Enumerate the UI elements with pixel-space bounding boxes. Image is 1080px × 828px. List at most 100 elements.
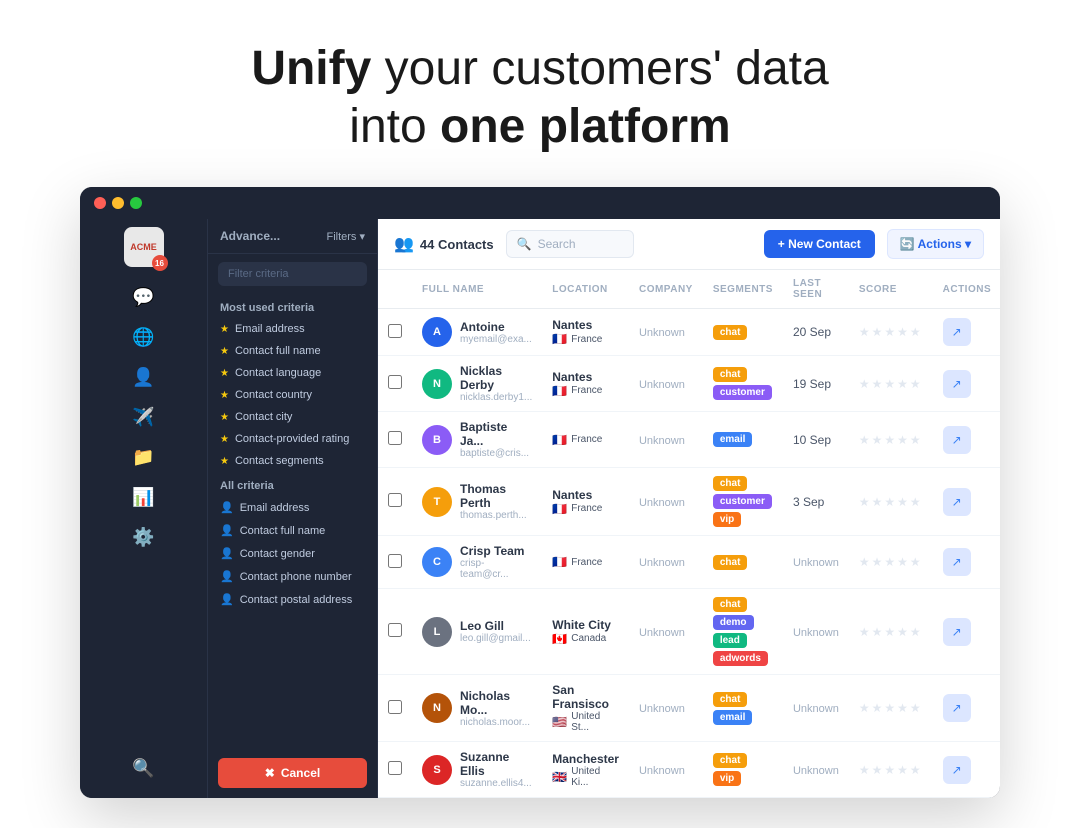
filter-label: Contact city — [235, 411, 292, 423]
row-checkbox[interactable] — [388, 700, 402, 714]
filter-item-language-starred[interactable]: ★ Contact language — [208, 362, 377, 384]
table-row: S Suzanne Ellis suzanne.ellis4... Manche… — [378, 742, 1000, 798]
row-checkbox[interactable] — [388, 493, 402, 507]
sidebar-icon-chat[interactable]: 💬 — [126, 279, 162, 315]
contacts-count: 👥 44 Contacts — [394, 234, 494, 254]
filter-item-phone-all[interactable]: 👤 Contact phone number — [208, 565, 377, 588]
contact-segments-cell: chatemail — [703, 675, 783, 742]
contact-action-cell[interactable]: ↗ — [933, 468, 1000, 536]
row-checkbox[interactable] — [388, 431, 402, 445]
row-checkbox[interactable] — [388, 324, 402, 338]
sidebar-icon-files[interactable]: 📁 — [126, 439, 162, 475]
segment-tags: chatdemoleadadwords — [713, 597, 773, 666]
row-checkbox-cell[interactable] — [378, 675, 412, 742]
search-icon: 🔍 — [517, 237, 532, 251]
headline-text-2: into — [349, 100, 440, 153]
contact-lastseen-cell: Unknown — [783, 675, 849, 742]
avatar: C — [422, 547, 452, 577]
row-checkbox-cell[interactable] — [378, 536, 412, 589]
contact-lastseen-cell: 10 Sep — [783, 412, 849, 468]
sidebar-icon-settings[interactable]: ⚙️ — [126, 519, 162, 555]
contact-company-cell: Unknown — [629, 356, 703, 412]
contact-lastseen: Unknown — [793, 557, 839, 569]
row-checkbox-cell[interactable] — [378, 742, 412, 798]
logo-badge[interactable]: ACME 16 — [124, 227, 164, 267]
person-icon: 👤 — [220, 570, 234, 583]
search-box[interactable]: 🔍 — [506, 230, 634, 258]
logo-text: ACME — [130, 243, 157, 252]
segment-tag-chat: chat — [713, 476, 748, 491]
window-minimize-dot[interactable] — [112, 197, 124, 209]
sidebar-icon-search[interactable]: 🔍 — [126, 750, 162, 786]
filter-item-fullname-starred[interactable]: ★ Contact full name — [208, 340, 377, 362]
row-checkbox-cell[interactable] — [378, 468, 412, 536]
app-body: ACME 16 💬 🌐 👤 ✈️ 📁 📊 ⚙️ 🔍 Advance... Fil… — [80, 219, 1000, 798]
contact-action-cell[interactable]: ↗ — [933, 412, 1000, 468]
row-checkbox[interactable] — [388, 375, 402, 389]
filter-item-segments-starred[interactable]: ★ Contact segments — [208, 450, 377, 472]
contact-action-cell[interactable]: ↗ — [933, 309, 1000, 356]
contact-segments-cell: email — [703, 412, 783, 468]
contact-action-button[interactable]: ↗ — [943, 370, 971, 398]
contact-action-cell[interactable]: ↗ — [933, 742, 1000, 798]
filter-label: Contact-provided rating — [235, 433, 349, 445]
contact-action-button[interactable]: ↗ — [943, 548, 971, 576]
row-checkbox-cell[interactable] — [378, 412, 412, 468]
avatar: B — [422, 425, 452, 455]
row-checkbox-cell[interactable] — [378, 589, 412, 675]
contact-action-cell[interactable]: ↗ — [933, 589, 1000, 675]
person-icon: 👤 — [220, 547, 234, 560]
filter-item-city-starred[interactable]: ★ Contact city — [208, 406, 377, 428]
row-checkbox-cell[interactable] — [378, 356, 412, 412]
filter-label: Contact full name — [240, 525, 326, 537]
filter-item-email-starred[interactable]: ★ Email address — [208, 318, 377, 340]
contact-lastseen-cell: Unknown — [783, 742, 849, 798]
filter-item-rating-starred[interactable]: ★ Contact-provided rating — [208, 428, 377, 450]
contact-action-button[interactable]: ↗ — [943, 318, 971, 346]
filter-item-fullname-all[interactable]: 👤 Contact full name — [208, 519, 377, 542]
filters-button[interactable]: Filters ▾ — [326, 230, 365, 243]
window-maximize-dot[interactable] — [130, 197, 142, 209]
contact-action-button[interactable]: ↗ — [943, 488, 971, 516]
filter-item-gender-all[interactable]: 👤 Contact gender — [208, 542, 377, 565]
cancel-button[interactable]: ✖ Cancel — [218, 758, 367, 788]
new-contact-button[interactable]: + New Contact — [764, 230, 875, 258]
contact-action-button[interactable]: ↗ — [943, 618, 971, 646]
contact-company-cell: Unknown — [629, 589, 703, 675]
contact-stars: ★★★★★ — [859, 701, 923, 715]
title-bar — [80, 187, 1000, 219]
filter-item-email-all[interactable]: 👤 Email address — [208, 496, 377, 519]
filter-search-input[interactable] — [218, 262, 367, 286]
contact-action-button[interactable]: ↗ — [943, 426, 971, 454]
row-checkbox[interactable] — [388, 623, 402, 637]
contact-score-cell: ★★★★★ — [849, 468, 933, 536]
avatar: N — [422, 693, 452, 723]
contact-lastseen: 20 Sep — [793, 325, 831, 339]
sidebar-icon-analytics[interactable]: 📊 — [126, 479, 162, 515]
contact-action-cell[interactable]: ↗ — [933, 675, 1000, 742]
filter-item-country-starred[interactable]: ★ Contact country — [208, 384, 377, 406]
actions-button[interactable]: 🔄 Actions ▾ — [887, 229, 984, 259]
contact-action-button[interactable]: ↗ — [943, 756, 971, 784]
segment-tag-vip: vip — [713, 771, 741, 786]
contact-action-cell[interactable]: ↗ — [933, 536, 1000, 589]
contact-stars: ★★★★★ — [859, 625, 923, 639]
segment-tag-vip: vip — [713, 512, 741, 527]
search-input[interactable] — [538, 237, 623, 251]
contact-name: Nicklas Derby — [460, 364, 532, 392]
row-checkbox-cell[interactable] — [378, 309, 412, 356]
row-checkbox[interactable] — [388, 761, 402, 775]
contact-email: crisp-team@cr... — [460, 558, 532, 580]
contact-segments-cell: chatcustomer — [703, 356, 783, 412]
contact-action-button[interactable]: ↗ — [943, 694, 971, 722]
sidebar-icon-globe[interactable]: 🌐 — [126, 319, 162, 355]
contact-action-cell[interactable]: ↗ — [933, 356, 1000, 412]
sidebar-icon-campaigns[interactable]: ✈️ — [126, 399, 162, 435]
sidebar-icon-contacts[interactable]: 👤 — [126, 359, 162, 395]
row-checkbox[interactable] — [388, 554, 402, 568]
contact-stars: ★★★★★ — [859, 325, 923, 339]
window-close-dot[interactable] — [94, 197, 106, 209]
contact-country: United St... — [571, 711, 619, 733]
filter-item-postal-all[interactable]: 👤 Contact postal address — [208, 588, 377, 611]
contact-lastseen-cell: 19 Sep — [783, 356, 849, 412]
